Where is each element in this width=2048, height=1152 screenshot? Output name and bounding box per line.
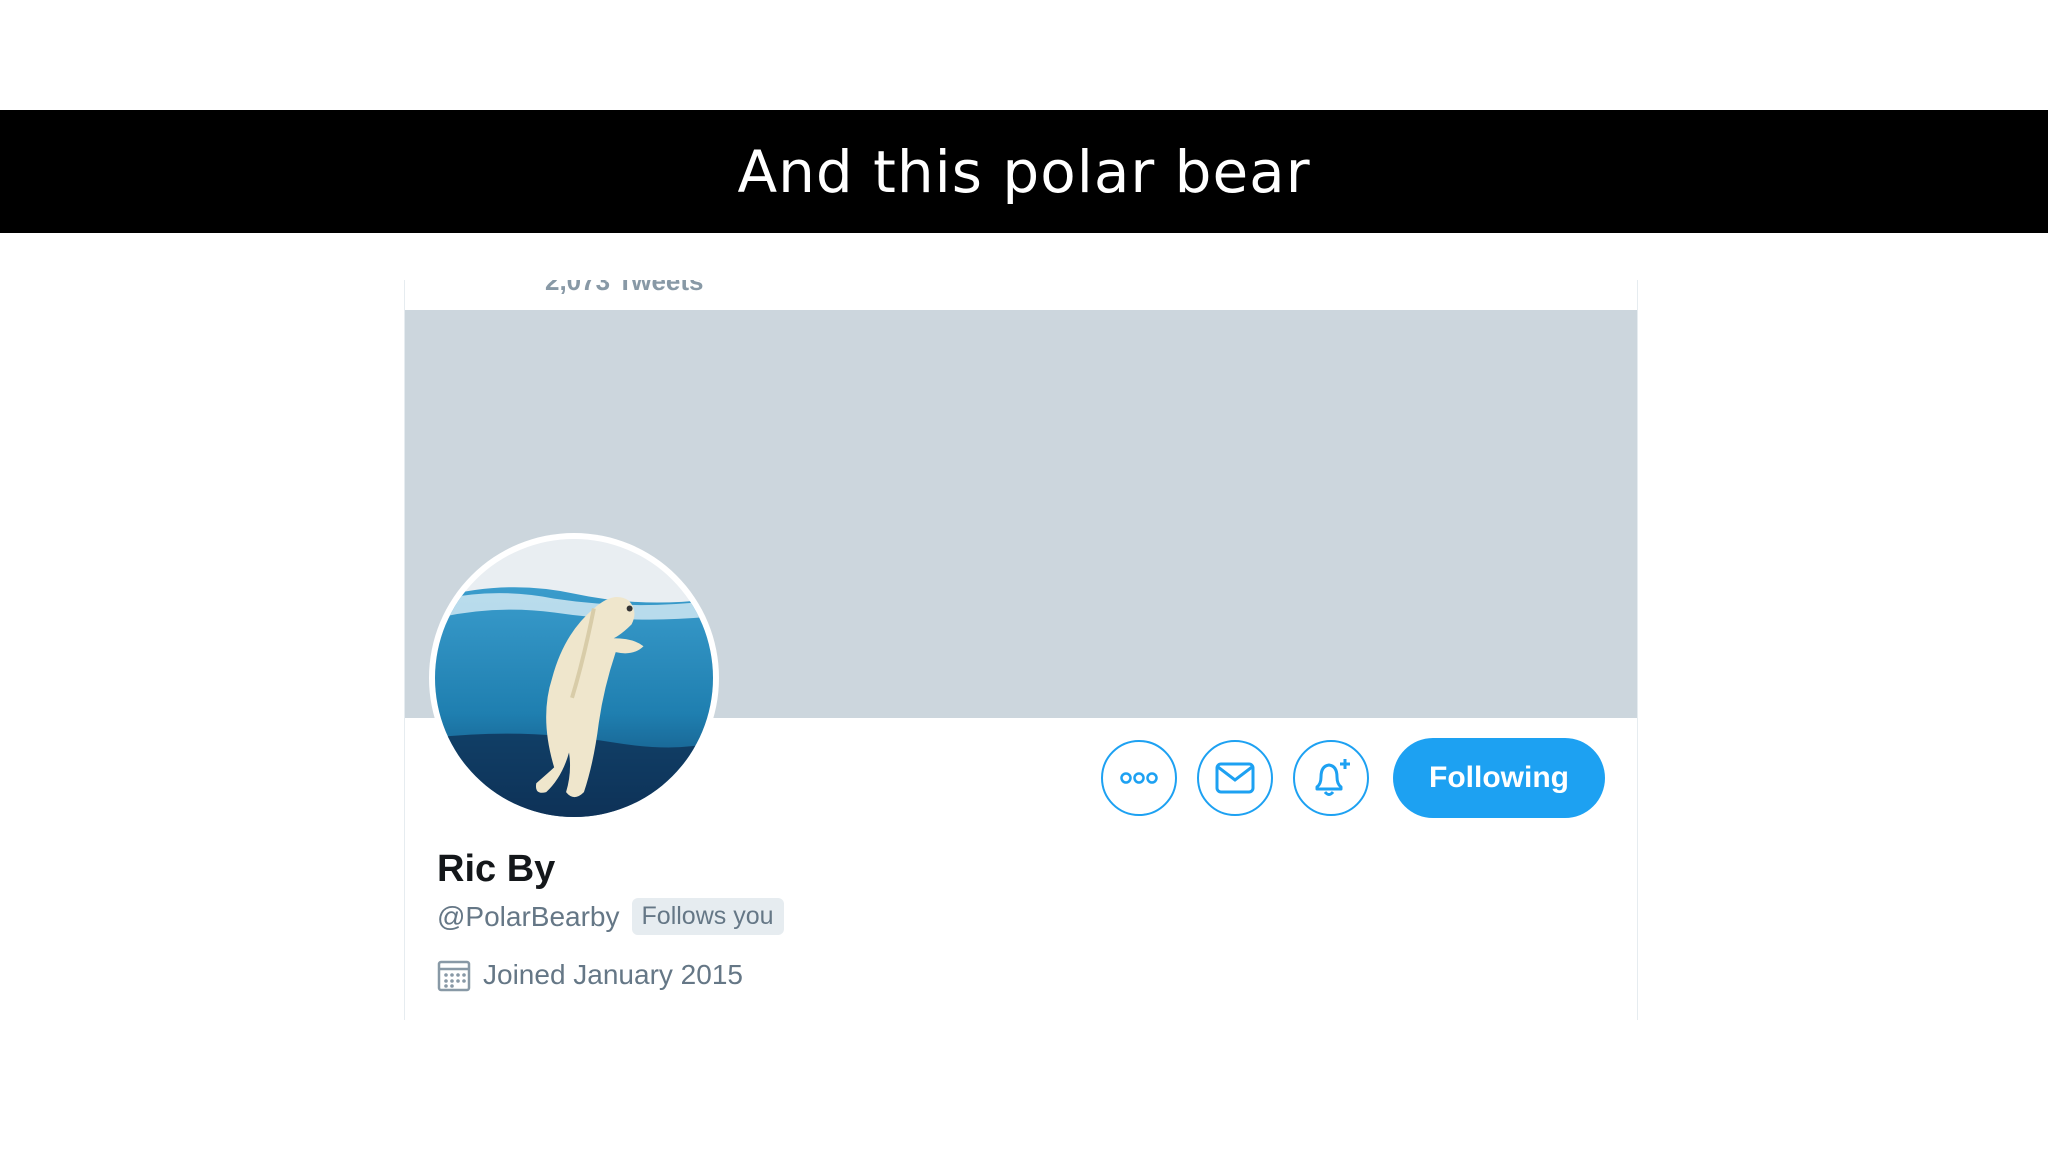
message-button[interactable] [1197, 740, 1273, 816]
envelope-icon [1215, 762, 1255, 794]
joined-row: Joined January 2015 [437, 958, 743, 992]
more-dots-icon [1120, 772, 1158, 784]
bell-plus-icon [1315, 759, 1350, 796]
tweet-count: 2,073 Tweets [545, 280, 704, 296]
more-button[interactable] [1101, 740, 1177, 816]
follows-you-badge: Follows you [631, 898, 784, 935]
handle-row: @PolarBearby Follows you [437, 898, 784, 935]
profile-actions: Following [1101, 738, 1605, 818]
profile-name: Ric By [437, 848, 556, 890]
calendar-icon [437, 960, 471, 992]
profile-handle: @PolarBearby [437, 900, 620, 932]
following-button[interactable]: Following [1393, 738, 1605, 818]
slide: And this polar bear 2,073 Tweets Followi… [0, 0, 2048, 1152]
slide-title: And this polar bear [737, 137, 1311, 206]
polar-bear-photo [435, 539, 713, 817]
notifications-button[interactable] [1293, 740, 1369, 816]
profile-card: 2,073 Tweets Following Ric By @PolarBear… [404, 280, 1638, 1020]
title-bar: And this polar bear [0, 110, 2048, 233]
avatar[interactable] [429, 533, 719, 823]
joined-date: Joined January 2015 [483, 959, 743, 990]
